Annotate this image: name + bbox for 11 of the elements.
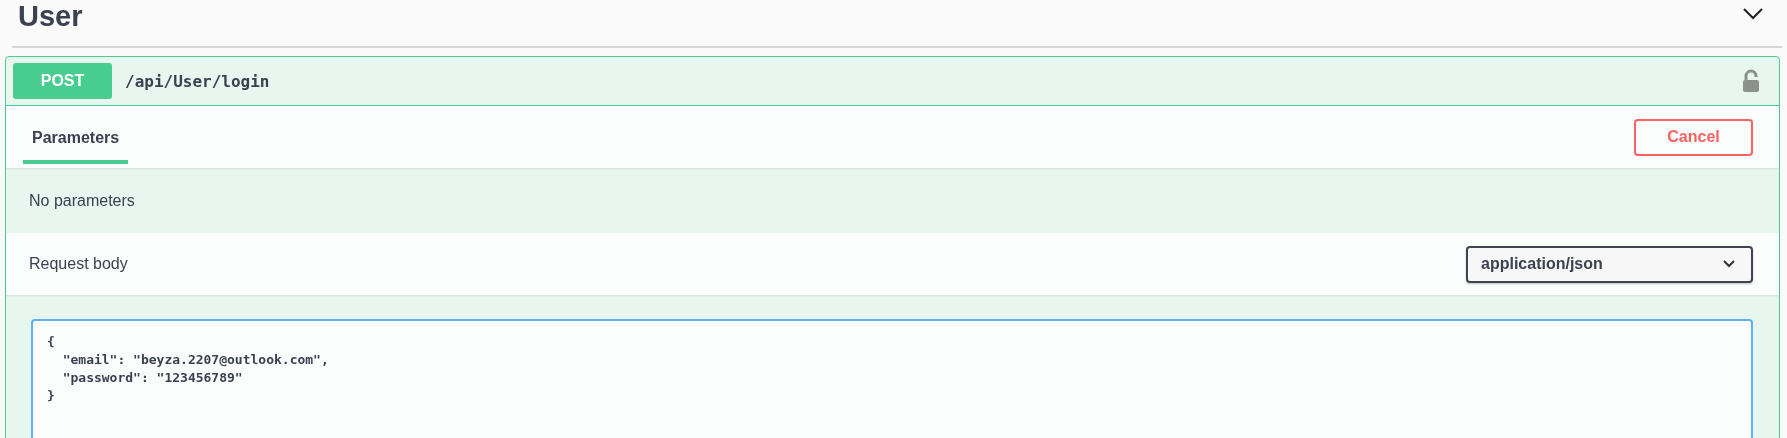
no-parameters-text: No parameters [29, 191, 135, 210]
chevron-icon[interactable] [1742, 7, 1764, 21]
caret-icon [1723, 260, 1735, 268]
request-body-field[interactable]: { "email": "beyza.2207@outlook.com", "password": "123456789" } [31, 319, 1753, 438]
unlocked-padlock-icon[interactable] [1742, 69, 1760, 93]
request-body-label: Request body [29, 255, 128, 273]
section-title: User [18, 0, 83, 33]
content-type-dropdown[interactable]: application/json [1466, 245, 1753, 283]
tab[interactable]: Parameters [23, 129, 129, 164]
endpoint-path: /api/User/login [125, 71, 270, 91]
method-badge: POST [13, 63, 112, 99]
